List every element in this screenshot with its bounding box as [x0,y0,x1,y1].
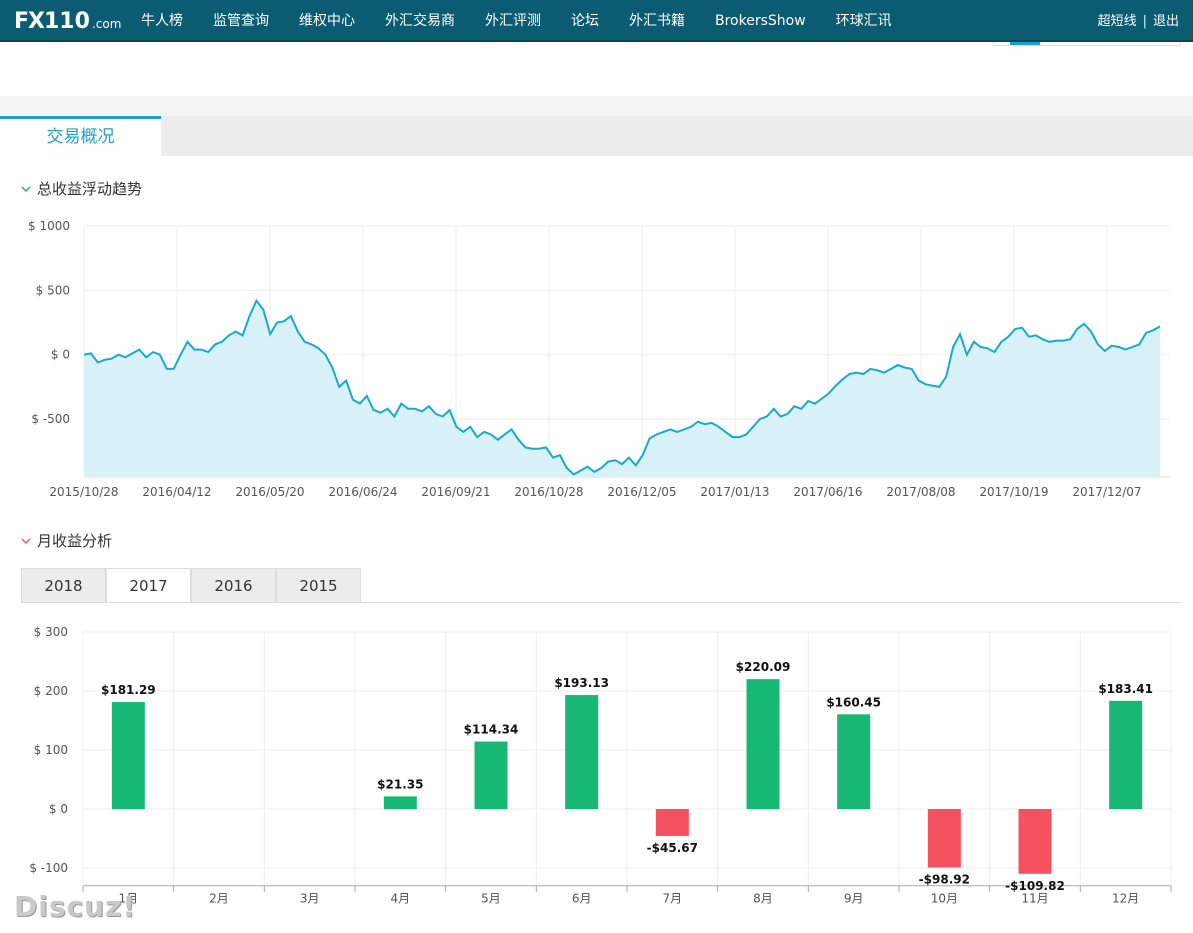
chevron-down-icon [21,186,31,192]
logout-link[interactable]: 退出 [1153,0,1179,44]
x-category-label: 11月 [1021,892,1048,906]
nav-item-news[interactable]: 环球汇讯 [821,0,907,42]
x-category-label: 3月 [300,892,320,906]
section-spacer [0,96,1193,116]
username-link[interactable]: 超短线 [1098,0,1137,44]
user-separator: | [1142,14,1147,29]
year-tabs: 2018 2017 2016 2015 [21,568,361,603]
nav-item-regulation[interactable]: 监管查询 [198,0,284,42]
bar-negative [927,809,961,868]
logo-number: 110 [44,9,90,34]
chevron-down-icon [21,538,31,544]
bar-negative [655,809,689,836]
year-tabs-underline [21,602,1181,603]
nav-item-forum[interactable]: 论坛 [556,0,614,42]
x-tick-label: 2017/06/16 [793,485,862,499]
year-tab-2018[interactable]: 2018 [21,568,106,603]
x-tick-label: 2016/10/28 [514,485,583,499]
x-category-label: 5月 [481,892,501,906]
bar-value-label: $193.13 [554,676,609,690]
y-tick-label: $ 1000 [28,219,70,233]
x-tick-label: 2017/10/19 [979,485,1048,499]
bar-value-label: $220.09 [736,660,791,674]
year-tab-2016[interactable]: 2016 [191,568,276,603]
x-tick-label: 2017/12/07 [1072,485,1141,499]
content-tabbar: 交易概况 [0,116,1193,156]
x-category-label: 9月 [844,892,864,906]
discuz-watermark: Discuz! [14,890,137,923]
tab-trading-overview[interactable]: 交易概况 [0,116,161,156]
nav-item-brokers[interactable]: 外汇交易商 [370,0,470,42]
x-category-label: 8月 [753,892,773,906]
bar-value-label: -$98.92 [919,872,970,886]
x-tick-label: 2016/06/24 [328,485,397,499]
x-tick-label: 2016/09/21 [421,485,490,499]
x-tick-label: 2015/10/28 [49,485,118,499]
bar-positive [111,702,145,809]
nav-item-books[interactable]: 外汇书籍 [614,0,700,42]
x-category-label: 10月 [931,892,958,906]
x-tick-label: 2017/01/13 [700,485,769,499]
nav-item-reviews[interactable]: 外汇评测 [470,0,556,42]
monthly-section-title[interactable]: 月收益分析 [21,530,112,551]
user-area: 超短线 | 退出 [1098,0,1179,44]
main-nav: 牛人榜 监管查询 维权中心 外汇交易商 外汇评测 论坛 外汇书籍 Brokers… [126,0,907,42]
nav-item-brokersshow[interactable]: BrokersShow [700,0,821,42]
nav-item-rights[interactable]: 维权中心 [284,0,370,42]
bar-positive [837,714,871,809]
equity-trend-chart: $ 1000 $ 500 $ 0 $ -500 2015/10/28 2016/04/12… [28,219,1170,499]
logo-fx: FX [14,9,45,34]
bar-value-label: $21.35 [377,777,423,791]
bar-value-label: -$109.82 [1005,879,1065,893]
bar-value-label: -$45.67 [647,841,698,855]
x-category-label: 12月 [1112,892,1139,906]
y-tick-label: $ 100 [34,743,68,757]
bar-positive [746,679,780,809]
equity-title-text: 总收益浮动趋势 [37,180,143,198]
dropdown-accent [1010,42,1040,45]
year-tab-2015[interactable]: 2015 [276,568,361,603]
monthly-title-text: 月收益分析 [37,532,113,550]
logo-domain: .com [91,17,122,31]
bar-positive [383,796,417,809]
x-category-label: 7月 [663,892,683,906]
nav-item-ranking[interactable]: 牛人榜 [126,0,198,42]
x-tick-label: 2016/04/12 [142,485,211,499]
y-tick-label: $ 0 [49,802,68,816]
y-tick-label: $ 0 [51,348,70,362]
x-tick-label: 2017/08/08 [886,485,955,499]
bar-positive [474,741,508,809]
x-tick-label: 2016/05/20 [235,485,304,499]
year-tab-2017[interactable]: 2017 [106,568,191,603]
monthly-bar-chart: $ 300$ 200$ 100$ 0$ -1001月$181.292月 3月 4月$… [29,625,1172,906]
x-category-label: 6月 [572,892,592,906]
bar-value-label: $160.45 [826,695,881,709]
y-tick-label: $ 200 [34,684,68,698]
bar-positive [565,695,599,809]
top-navbar: FX 110 .com 牛人榜 监管查询 维权中心 外汇交易商 外汇评测 论坛 … [0,0,1193,42]
y-tick-label: $ -100 [29,861,68,875]
bar-value-label: $114.34 [464,723,519,737]
equity-section-title[interactable]: 总收益浮动趋势 [21,178,142,199]
x-tick-label: 2016/12/05 [607,485,676,499]
site-logo[interactable]: FX 110 .com [14,9,122,34]
y-tick-label: $ 500 [36,283,70,297]
y-tick-label: $ 300 [34,625,68,639]
bar-negative [1018,809,1052,874]
bar-positive [1109,700,1143,809]
y-tick-label: $ -500 [31,412,70,426]
bar-value-label: $181.29 [101,683,156,697]
bar-value-label: $183.41 [1098,682,1153,696]
x-category-label: 4月 [391,892,411,906]
x-category-label: 2月 [209,892,229,906]
dropdown-stub [993,42,1181,46]
